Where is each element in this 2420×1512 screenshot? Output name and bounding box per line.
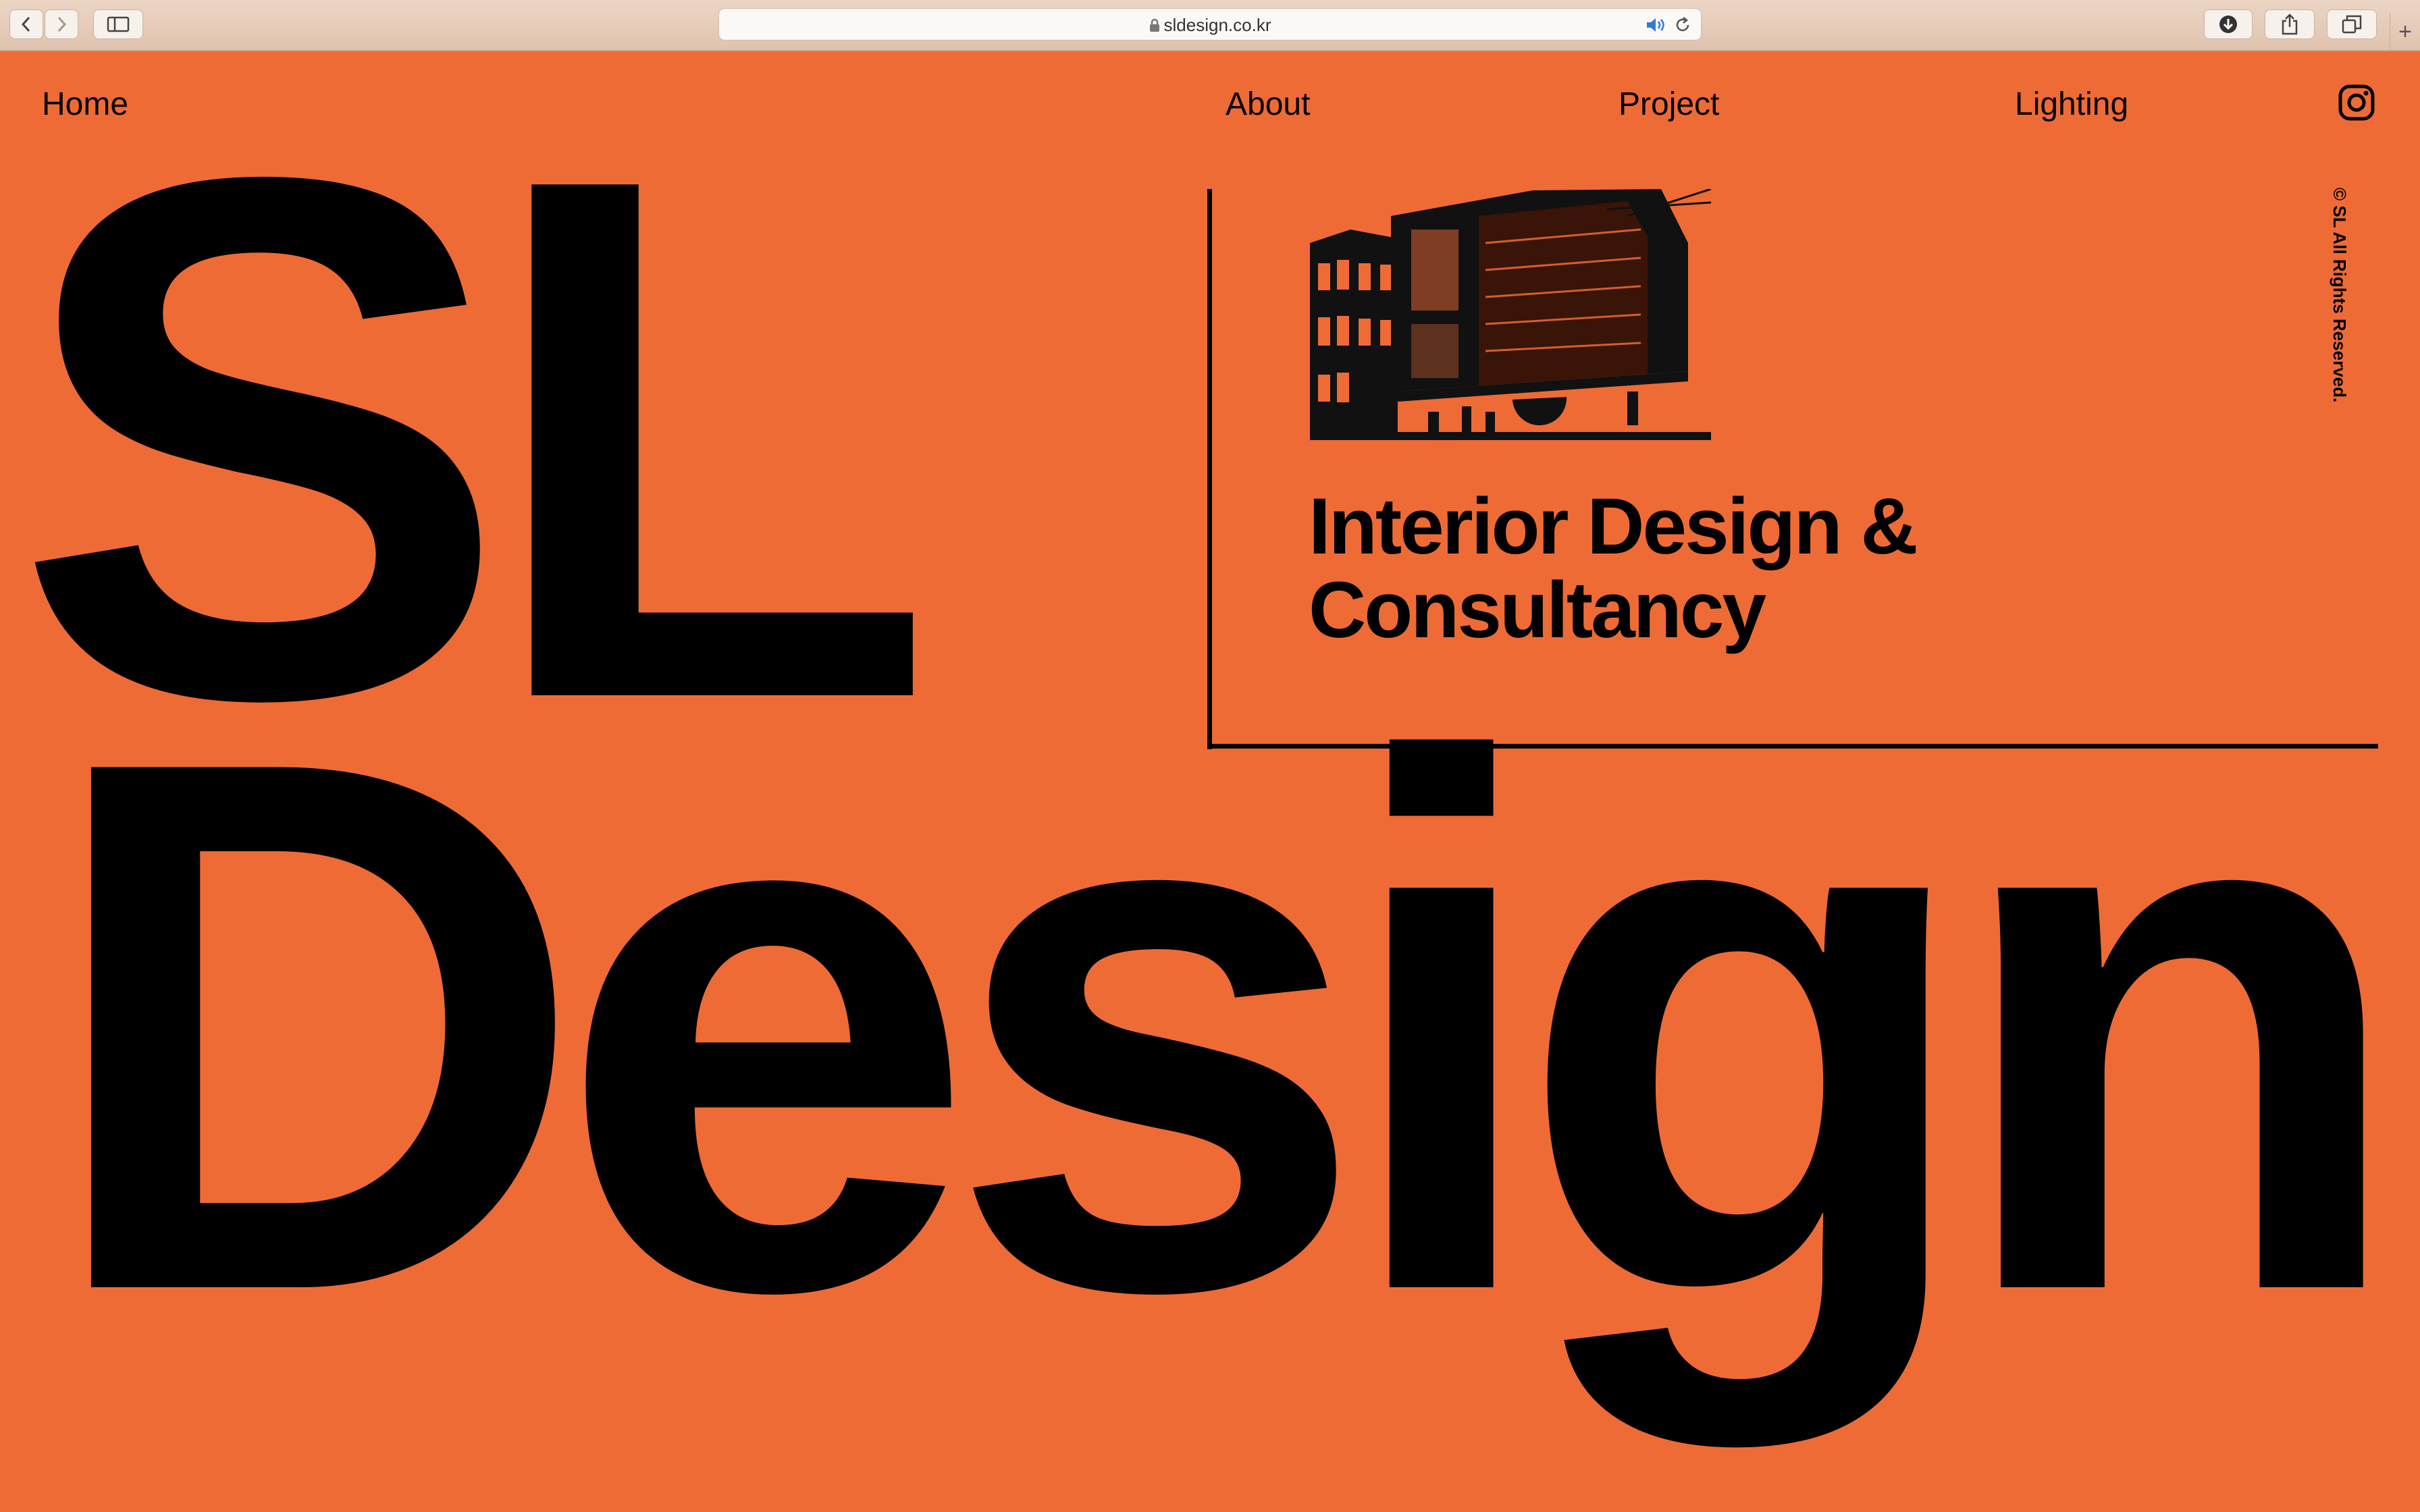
reload-icon[interactable] xyxy=(1674,16,1691,34)
speaker-icon[interactable] xyxy=(1646,17,1667,33)
tab-overview-button[interactable] xyxy=(2327,9,2377,39)
hero-title-design: Design xyxy=(41,603,2410,1448)
tagline-line-1: Interior Design & xyxy=(1309,482,1918,571)
new-tab-button[interactable]: + xyxy=(2390,14,2420,50)
nav-project[interactable]: Project xyxy=(1619,81,1719,128)
building-image xyxy=(1310,189,1711,446)
instagram-icon xyxy=(2338,84,2375,121)
lock-icon xyxy=(1149,18,1159,32)
tabs-icon xyxy=(2342,15,2362,34)
frame-divider-horizontal xyxy=(1207,744,2378,749)
instagram-link[interactable] xyxy=(2338,84,2375,122)
copyright-note: © SL All Rights Reserved. xyxy=(2330,188,2350,403)
share-icon xyxy=(2282,14,2298,35)
tagline-line-2: Consultancy xyxy=(1309,566,1766,655)
download-icon xyxy=(2219,16,2237,33)
tagline: Interior Design & Consultancy xyxy=(1309,482,1918,655)
url-text: sldesign.co.kr xyxy=(1163,15,1271,35)
share-button[interactable] xyxy=(2265,9,2315,39)
nav-lighting[interactable]: Lighting xyxy=(2015,81,2128,128)
nav-about[interactable]: About xyxy=(1226,81,1310,128)
frame-divider-vertical xyxy=(1207,189,1212,749)
downloads-button[interactable] xyxy=(2204,9,2253,39)
